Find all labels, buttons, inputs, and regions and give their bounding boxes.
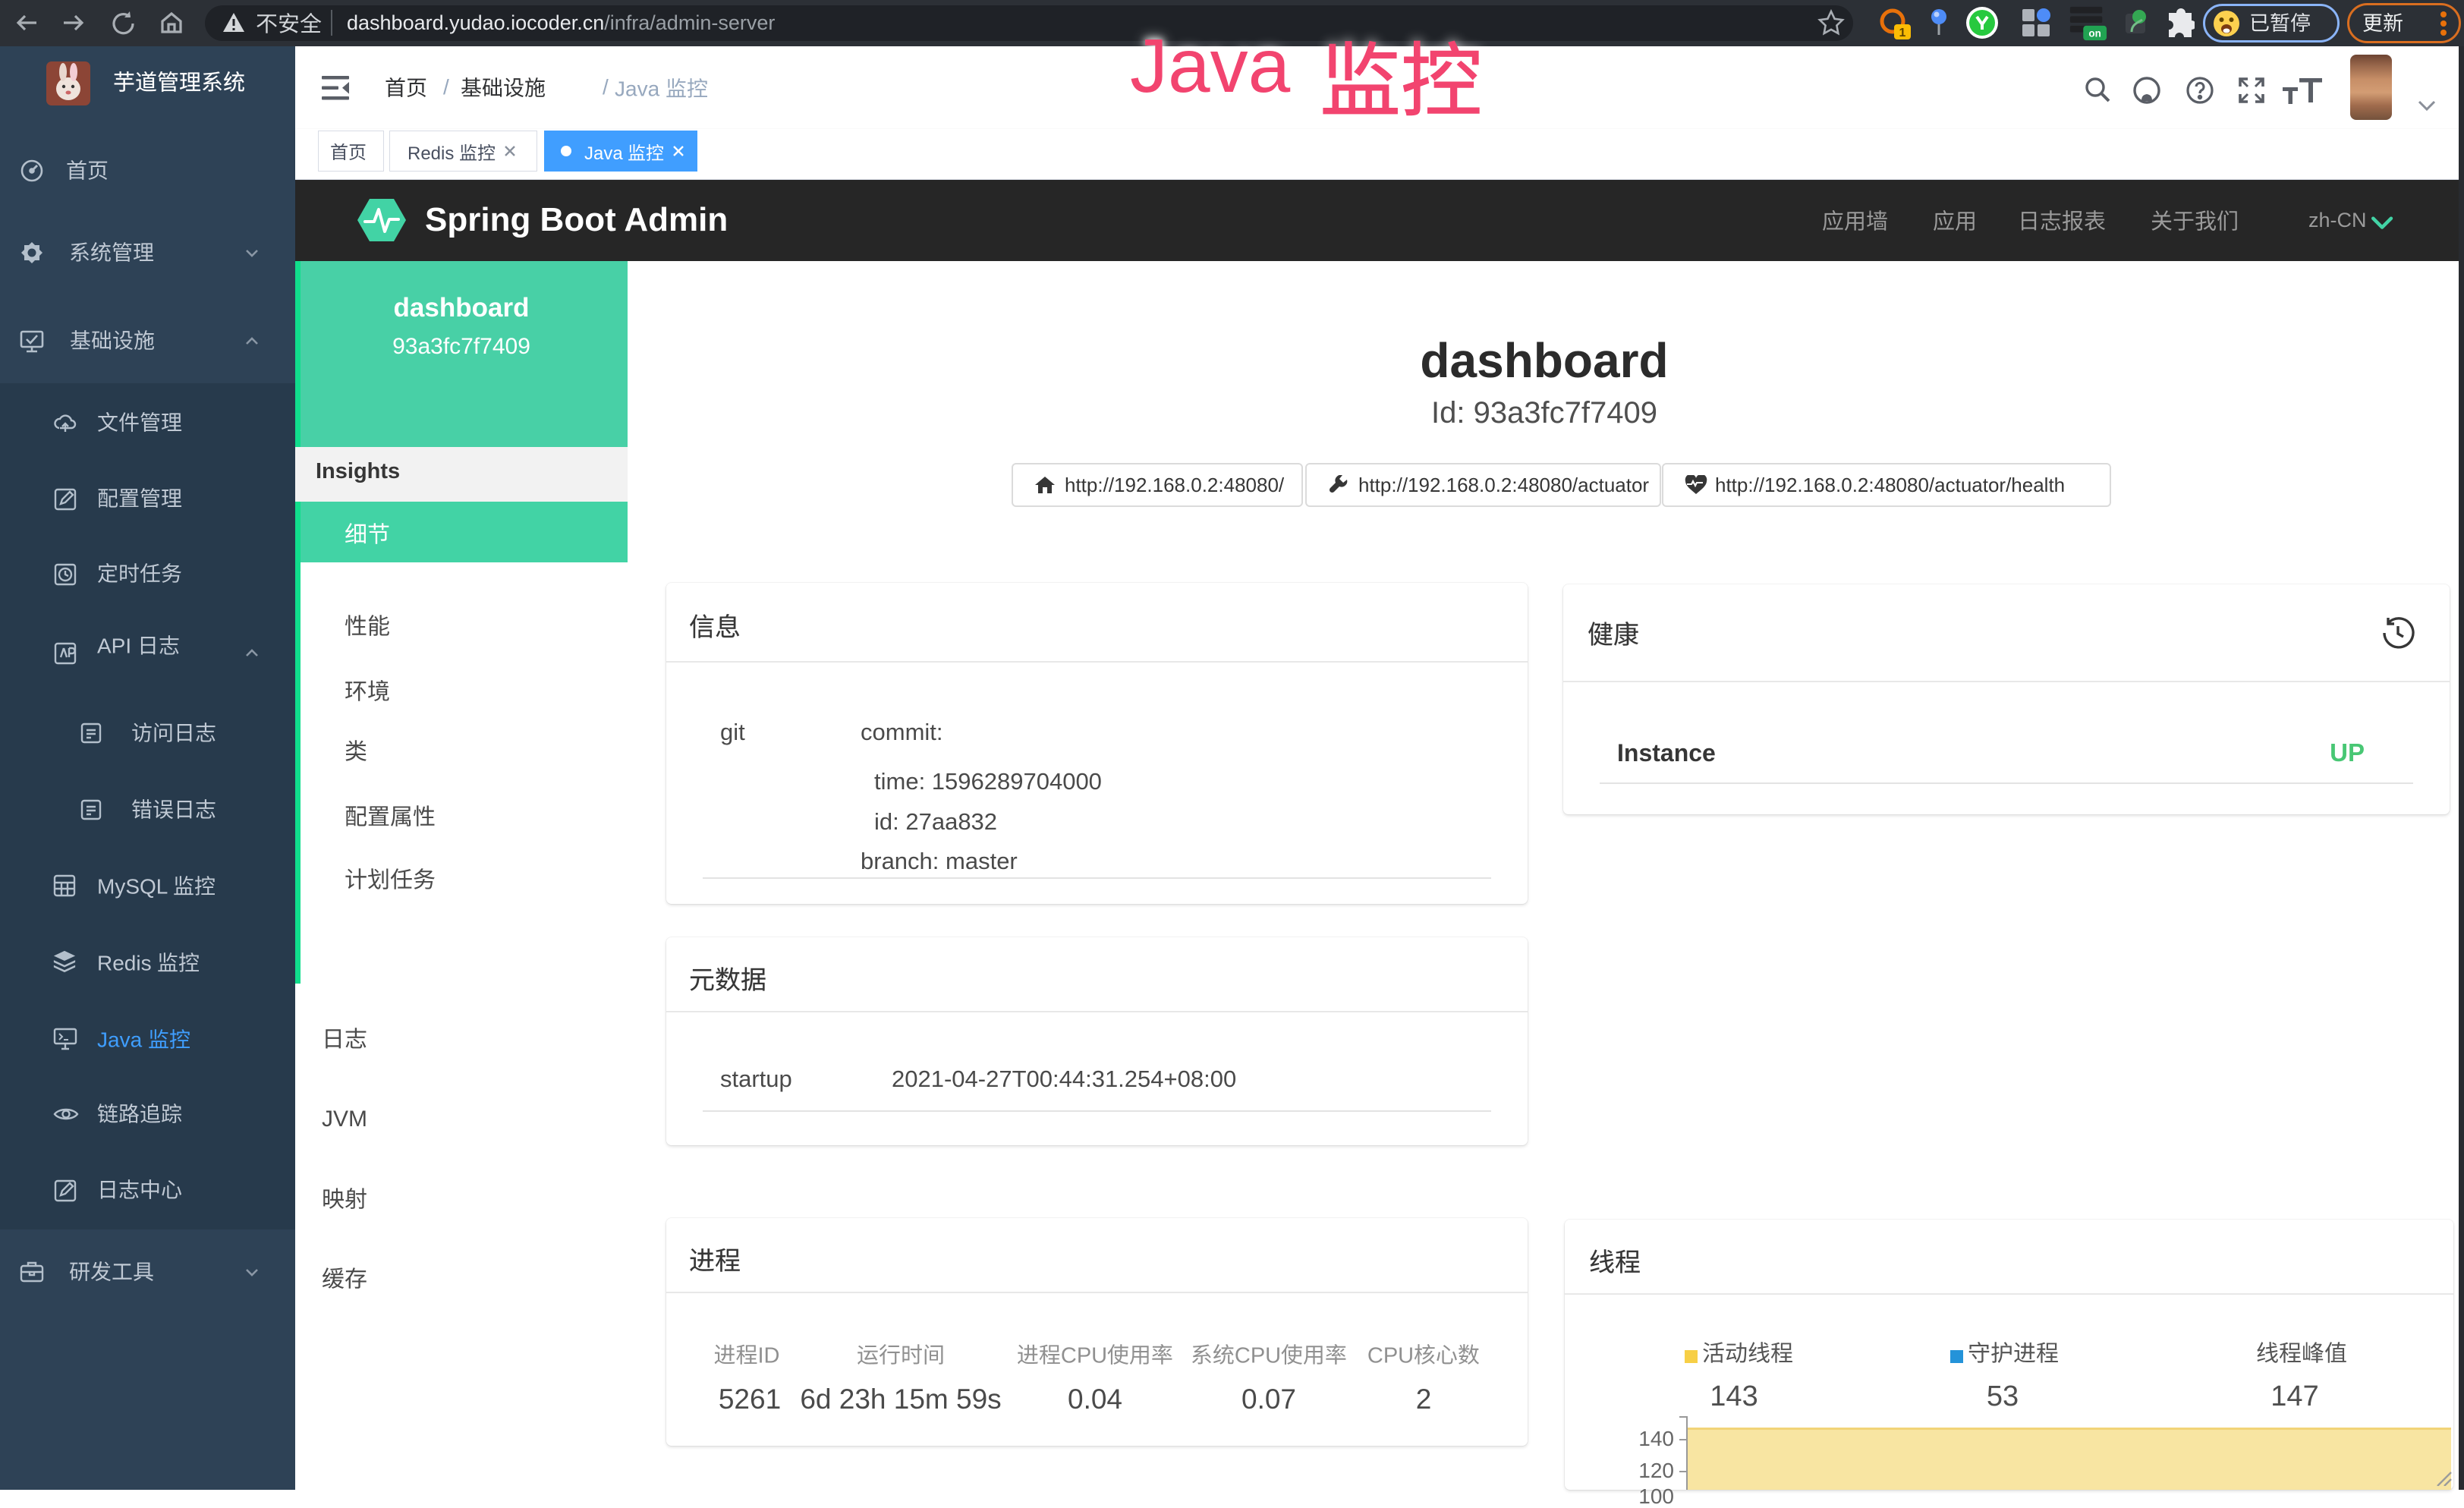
svg-text:on: on [2088,27,2101,39]
svg-text:1: 1 [1899,27,1906,39]
